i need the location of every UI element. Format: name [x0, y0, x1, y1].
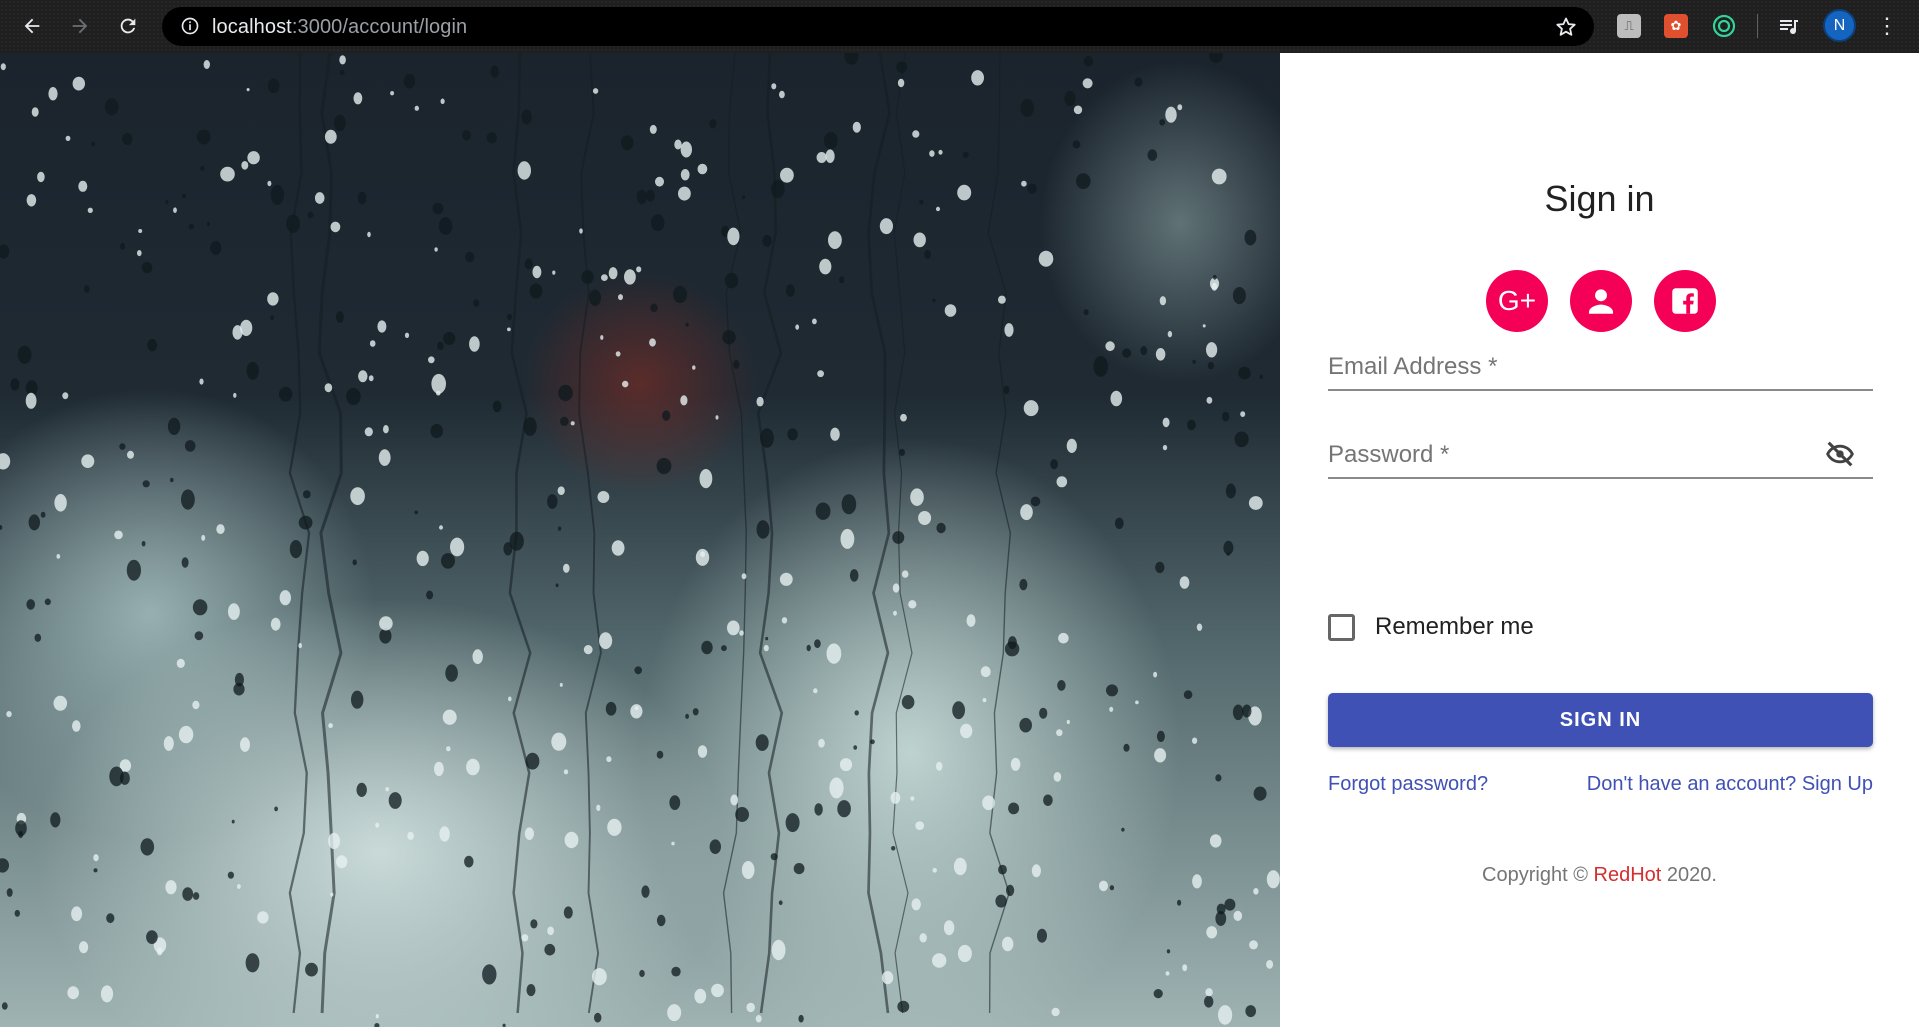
visibility-off-icon[interactable]	[1823, 437, 1857, 471]
sign-up-link[interactable]: Don't have an account? Sign Up	[1587, 773, 1873, 796]
password-field[interactable]: Password *	[1328, 423, 1873, 479]
extension-icon[interactable]	[1712, 14, 1736, 38]
bookmark-star-icon[interactable]	[1554, 15, 1578, 39]
url-host: localhost	[212, 16, 292, 38]
info-icon[interactable]	[180, 16, 200, 36]
hero-image	[0, 53, 1280, 1027]
playlist-icon	[1780, 20, 1798, 35]
guest-login-button[interactable]	[1570, 270, 1632, 332]
page-title: Sign in	[1544, 178, 1655, 219]
copyright: Copyright © RedHot 2020.	[1280, 864, 1919, 887]
reload-icon	[120, 18, 136, 34]
address-bar[interactable]: localhost:3000/account/login	[162, 7, 1594, 46]
password-label: Password *	[1328, 441, 1450, 468]
copyright-prefix: Copyright ©	[1482, 864, 1588, 886]
email-field[interactable]: Email Address *	[1328, 335, 1873, 391]
login-panel: Sign in G+ Email Address * Password * Re…	[1280, 53, 1919, 1027]
forward-button[interactable]	[64, 10, 96, 42]
url-text[interactable]: localhost:3000/account/login	[212, 16, 467, 39]
google-plus-button[interactable]: G+	[1486, 270, 1548, 332]
facebook-button[interactable]	[1654, 270, 1716, 332]
raindrops	[0, 53, 1280, 1027]
remember-checkbox[interactable]	[1328, 613, 1355, 641]
browser-toolbar: localhost:3000/account/login ⎍ ✿ N ⋮	[0, 0, 1919, 53]
remember-label: Remember me	[1375, 613, 1534, 640]
facebook-icon	[1672, 288, 1698, 314]
google-plus-icon: G+	[1497, 285, 1537, 316]
arrow-right-icon	[72, 18, 88, 34]
reload-button[interactable]	[112, 10, 144, 42]
back-button[interactable]	[16, 10, 48, 42]
url-path: :3000/account/login	[291, 16, 468, 38]
arrow-left-icon	[24, 18, 40, 34]
target-icon	[1712, 14, 1736, 38]
toolbar-divider	[1757, 14, 1758, 38]
sign-in-button[interactable]: SIGN IN	[1328, 693, 1873, 747]
profile-avatar[interactable]: N	[1823, 9, 1856, 42]
extension-icon[interactable]: ✿	[1664, 14, 1688, 38]
brand-link[interactable]: RedHot	[1594, 864, 1662, 886]
email-label: Email Address *	[1328, 353, 1498, 380]
copyright-year: 2020.	[1666, 864, 1717, 886]
person-icon	[1588, 289, 1614, 314]
extension-icon[interactable]: ⎍	[1617, 14, 1641, 38]
media-control-button[interactable]	[1777, 14, 1801, 38]
kebab-menu-icon[interactable]: ⋮	[1875, 13, 1899, 38]
forgot-password-link[interactable]: Forgot password?	[1328, 773, 1488, 796]
remember-me: Remember me	[1328, 609, 1534, 645]
